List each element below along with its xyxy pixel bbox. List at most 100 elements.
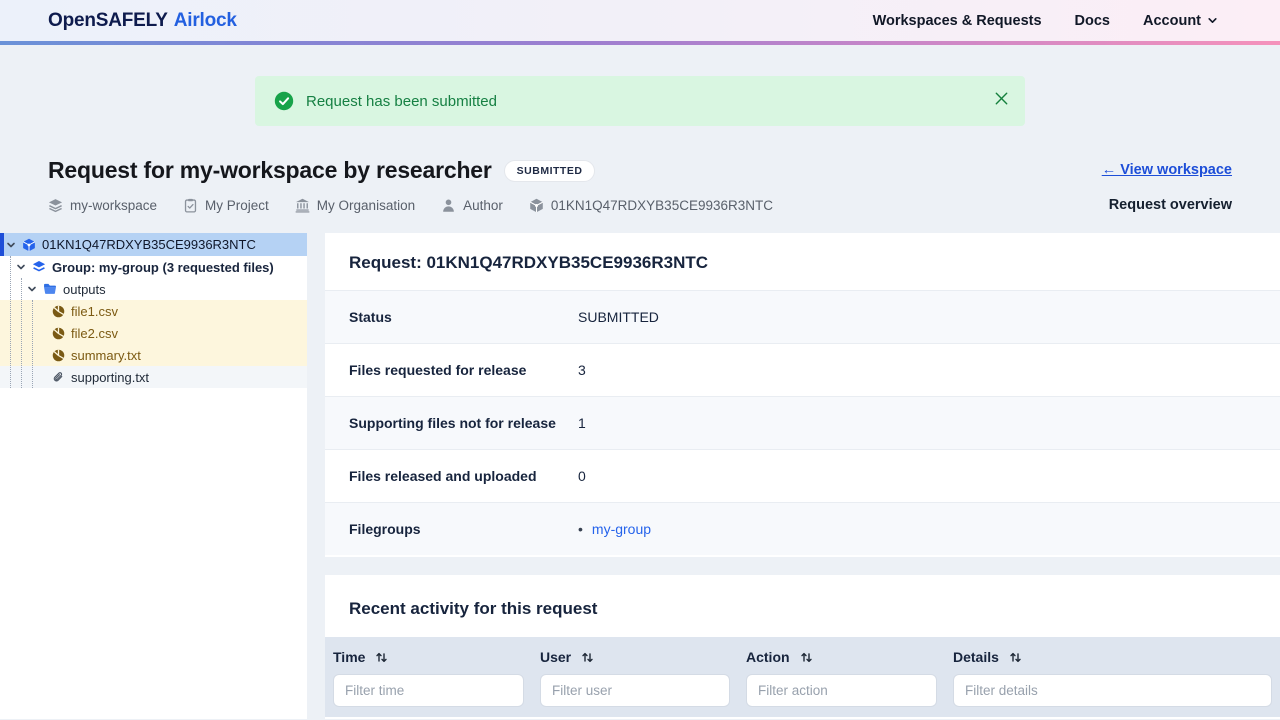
- meta-workspace-label: my-workspace: [70, 198, 157, 213]
- file-tree-sidebar: 01KN1Q47RDXYB35CE9936R3NTC Group: my-gro…: [0, 233, 307, 719]
- tree-file-label: file1.csv: [71, 304, 118, 319]
- filter-action-input[interactable]: [746, 674, 937, 707]
- sort-icon[interactable]: [581, 651, 594, 664]
- column-header-details[interactable]: Details: [945, 645, 1280, 674]
- file-tree: 01KN1Q47RDXYB35CE9936R3NTC Group: my-gro…: [0, 233, 307, 388]
- cube-icon: [22, 238, 36, 252]
- detail-value: 1: [578, 415, 586, 431]
- sort-icon[interactable]: [1009, 651, 1022, 664]
- detail-row-files-requested: Files requested for release 3: [325, 343, 1280, 396]
- tree-guide: [21, 278, 22, 388]
- navbar: OpenSAFELY Airlock Workspaces & Requests…: [0, 0, 1280, 45]
- bank-icon: [295, 198, 310, 213]
- tree-file-label: file2.csv: [71, 326, 118, 341]
- cube-icon: [529, 198, 544, 213]
- detail-value: SUBMITTED: [578, 309, 659, 325]
- recent-activity-card: Recent activity for this request Time Us…: [325, 575, 1280, 719]
- filter-time-input[interactable]: [333, 674, 524, 707]
- detail-label: Status: [349, 309, 578, 325]
- tree-item-summary[interactable]: summary.txt: [0, 344, 307, 366]
- meta-request-id: 01KN1Q47RDXYB35CE9936R3NTC: [529, 198, 773, 213]
- success-alert: Request has been submitted: [255, 76, 1025, 126]
- column-label: Details: [953, 649, 999, 665]
- status-badge: SUBMITTED: [504, 160, 596, 182]
- logo-secondary: Airlock: [174, 10, 237, 32]
- request-meta: my-workspace My Project: [48, 198, 773, 213]
- meta-organisation-label: My Organisation: [317, 198, 415, 213]
- chevron-down-icon[interactable]: [27, 284, 37, 294]
- nav-docs[interactable]: Docs: [1075, 13, 1110, 29]
- tree-guide: [10, 256, 11, 388]
- detail-row-files-released: Files released and uploaded 0: [325, 449, 1280, 502]
- recent-activity-heading: Recent activity for this request: [325, 575, 1280, 637]
- page-title: Request for my-workspace by researcher: [48, 157, 492, 184]
- detail-value: 3: [578, 362, 586, 378]
- chevron-down-icon: [1207, 15, 1218, 26]
- nav-workspaces-requests[interactable]: Workspaces & Requests: [873, 13, 1042, 29]
- paperclip-icon: [52, 371, 65, 384]
- column-header-user[interactable]: User: [532, 645, 738, 674]
- detail-label: Supporting files not for release: [349, 415, 578, 431]
- tree-folder-label: outputs: [63, 282, 106, 297]
- alert-message: Request has been submitted: [306, 93, 497, 110]
- column-header-action[interactable]: Action: [738, 645, 945, 674]
- detail-row-filegroups: Filegroups • my-group: [325, 502, 1280, 555]
- tree-item-group[interactable]: Group: my-group (3 requested files): [0, 256, 307, 278]
- meta-project: My Project: [183, 198, 269, 213]
- detail-value: 0: [578, 468, 586, 484]
- nav-links: Workspaces & Requests Docs Account: [873, 13, 1218, 29]
- meta-organisation: My Organisation: [295, 198, 415, 213]
- tree-item-file1[interactable]: file1.csv: [0, 300, 307, 322]
- meta-request-id-label: 01KN1Q47RDXYB35CE9936R3NTC: [551, 198, 773, 213]
- filegroup-link[interactable]: my-group: [592, 521, 651, 537]
- close-icon[interactable]: [993, 90, 1010, 107]
- request-details-card: Request: 01KN1Q47RDXYB35CE9936R3NTC Stat…: [325, 233, 1280, 557]
- filter-details-input[interactable]: [953, 674, 1272, 707]
- tree-guide: [32, 300, 33, 388]
- clipboard-icon: [183, 198, 198, 213]
- tree-group-label: Group: my-group (3 requested files): [52, 260, 274, 275]
- chevron-down-icon[interactable]: [6, 240, 16, 250]
- app-logo[interactable]: OpenSAFELY Airlock: [48, 10, 237, 32]
- logo-primary: OpenSAFELY: [48, 10, 168, 32]
- layers-icon: [32, 260, 46, 274]
- pie-chart-icon: [52, 327, 65, 340]
- meta-project-label: My Project: [205, 198, 269, 213]
- detail-label: Filegroups: [349, 521, 578, 537]
- check-circle-icon: [274, 91, 294, 111]
- activity-table-header: Time User: [325, 637, 1280, 717]
- request-details-heading: Request: 01KN1Q47RDXYB35CE9936R3NTC: [325, 233, 1280, 290]
- folder-icon: [43, 282, 57, 296]
- tree-item-folder-outputs[interactable]: outputs: [0, 278, 307, 300]
- detail-row-status: Status SUBMITTED: [325, 290, 1280, 343]
- meta-workspace: my-workspace: [48, 198, 157, 213]
- nav-account-label: Account: [1143, 13, 1201, 29]
- column-label: User: [540, 649, 571, 665]
- request-overview-label: Request overview: [1109, 197, 1232, 213]
- main-panel: Request: 01KN1Q47RDXYB35CE9936R3NTC Stat…: [325, 233, 1280, 719]
- detail-label: Files released and uploaded: [349, 468, 578, 484]
- tree-file-label: summary.txt: [71, 348, 141, 363]
- tree-supporting-label: supporting.txt: [71, 370, 149, 385]
- column-label: Action: [746, 649, 790, 665]
- nav-account-menu[interactable]: Account: [1143, 13, 1218, 29]
- layers-icon: [48, 198, 63, 213]
- meta-author: Author: [441, 198, 503, 213]
- filter-user-input[interactable]: [540, 674, 730, 707]
- user-icon: [441, 198, 456, 213]
- column-header-time[interactable]: Time: [325, 645, 532, 674]
- sort-icon[interactable]: [800, 651, 813, 664]
- meta-author-label: Author: [463, 198, 503, 213]
- detail-row-supporting-files: Supporting files not for release 1: [325, 396, 1280, 449]
- tree-root-label: 01KN1Q47RDXYB35CE9936R3NTC: [42, 237, 256, 252]
- tree-item-supporting[interactable]: supporting.txt: [0, 366, 307, 388]
- sort-icon[interactable]: [375, 651, 388, 664]
- view-workspace-link[interactable]: ← View workspace: [1102, 162, 1232, 178]
- pie-chart-icon: [52, 305, 65, 318]
- chevron-down-icon[interactable]: [16, 262, 26, 272]
- tree-item-file2[interactable]: file2.csv: [0, 322, 307, 344]
- tree-item-request-root[interactable]: 01KN1Q47RDXYB35CE9936R3NTC: [0, 233, 307, 256]
- detail-label: Files requested for release: [349, 362, 578, 378]
- list-bullet: •: [578, 521, 583, 537]
- column-label: Time: [333, 649, 365, 665]
